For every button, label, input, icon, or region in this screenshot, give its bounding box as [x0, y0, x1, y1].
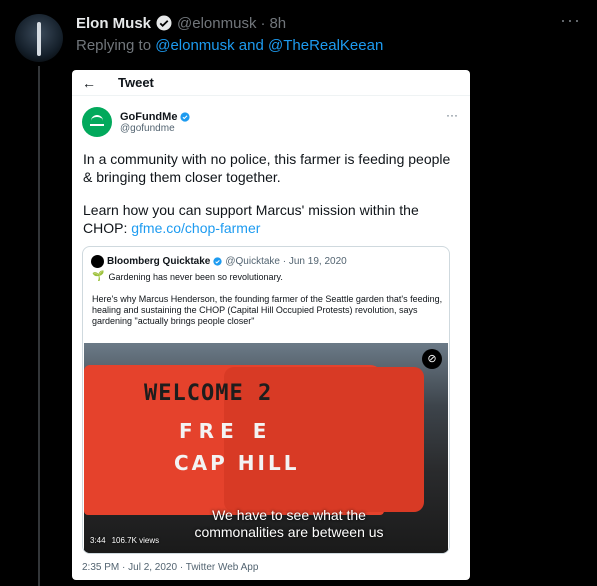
gofundme-account: GoFundMe @gofundme — [82, 107, 191, 137]
verified-badge-icon — [180, 111, 191, 122]
video-stats: 3:44 106.7K views — [90, 536, 159, 545]
screenshot-footer: 2:35 PM · Jul 2, 2020 · Twitter Web App — [82, 562, 259, 573]
screenshot-topbar: ← Tweet — [72, 70, 470, 96]
quoted-header: Bloomberg Quicktake @Quicktake · Jun 19,… — [91, 255, 347, 268]
gofundme-name: GoFundMe — [120, 110, 178, 123]
verified-badge-icon — [213, 257, 222, 266]
paragraph-2: Learn how you can support Marcus' missio… — [83, 201, 463, 237]
verified-badge-icon — [156, 15, 172, 31]
gofundme-logo-icon — [82, 107, 112, 137]
author-name[interactable]: Elon Musk — [76, 15, 151, 32]
tweet-time[interactable]: 8h — [269, 15, 286, 32]
quoted-meta: @Quicktake · Jun 19, 2020 — [225, 256, 347, 267]
paragraph-1: In a community with no police, this farm… — [83, 151, 451, 185]
gofundme-tweet-text: In a community with no police, this farm… — [83, 150, 463, 252]
replying-prefix: Replying to — [76, 37, 156, 54]
reply-mentions-link[interactable]: @elonmusk and @TheRealKeean — [155, 37, 383, 54]
no-entry-icon: ⊘ — [422, 349, 442, 369]
quoted-name: Bloomberg Quicktake — [107, 256, 211, 267]
replying-to: Replying to @elonmusk and @TheRealKeean — [76, 37, 383, 54]
caption-line-1: We have to see what the — [212, 507, 366, 523]
tweet-header: Elon Musk @elonmusk · 8h — [76, 14, 286, 32]
gofundme-name-row: GoFundMe — [120, 110, 191, 123]
quicktake-logo-icon — [91, 255, 104, 268]
video-caption: We have to see what the commonalities ar… — [164, 507, 414, 541]
graffiti-welcome: WELCOME 2 — [144, 381, 273, 406]
avatar[interactable] — [15, 14, 63, 62]
quoted-sub-text: Gardening has never been so revolutionar… — [108, 271, 283, 282]
video-thumbnail: WELCOME 2 FRE E CAP HILL ⊘ We have to se… — [84, 343, 448, 553]
seedling-icon: 🌱 — [92, 271, 105, 282]
graffiti-free: FRE E — [179, 419, 273, 443]
author-handle[interactable]: @elonmusk — [177, 15, 256, 32]
back-arrow-icon: ← — [82, 74, 96, 91]
video-views: 106.7K views — [111, 536, 160, 545]
caption-line-2: commonalities are between us — [194, 524, 384, 540]
quoted-tweet: Bloomberg Quicktake @Quicktake · Jun 19,… — [82, 246, 450, 554]
thread-line — [38, 66, 40, 586]
attached-image[interactable]: ← Tweet GoFundMe @gofundme ··· In a comm… — [72, 70, 470, 580]
gofundme-handle: @gofundme — [120, 122, 175, 134]
separator-dot: · — [260, 14, 266, 32]
quoted-text: Here's why Marcus Henderson, the foundin… — [92, 294, 443, 326]
screenshot-title: Tweet — [118, 75, 154, 90]
gofundme-link: gfme.co/chop-farmer — [131, 220, 261, 236]
graffiti-cap-hill: CAP HILL — [174, 451, 300, 475]
video-duration: 3:44 — [90, 536, 106, 545]
more-options-icon[interactable]: ··· — [560, 10, 581, 31]
screenshot-more-icon: ··· — [446, 108, 458, 122]
quoted-subtitle: 🌱 Gardening has never been so revolution… — [92, 271, 283, 282]
